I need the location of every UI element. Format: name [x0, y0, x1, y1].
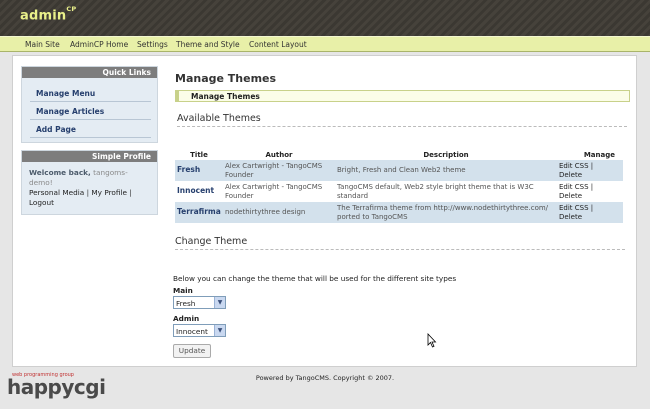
content-panel: Quick Links Manage Menu Manage Articles … — [12, 55, 637, 367]
theme-description: The Terrafirma theme from http://www.nod… — [335, 202, 557, 223]
nav-settings[interactable]: Settings — [137, 40, 168, 49]
theme-description: Bright, Fresh and Clean Web2 theme — [335, 160, 557, 181]
personal-media-link[interactable]: Personal Media — [29, 188, 84, 197]
table-header-row: Title Author Description Manage — [175, 150, 623, 160]
watermark-logo: web programming group happycgi — [7, 372, 107, 404]
theme-manage: Edit CSS | Delete — [557, 202, 623, 223]
manage-separator: | — [590, 162, 594, 170]
nav-admincp-home[interactable]: AdminCP Home — [70, 40, 128, 49]
theme-author: Alex Cartwright - TangoCMS Founder — [223, 160, 335, 181]
column-header-description: Description — [423, 151, 469, 159]
chevron-down-icon[interactable]: ▼ — [214, 297, 225, 308]
column-header-manage: Manage — [583, 151, 615, 159]
welcome-text: Welcome back, — [29, 168, 91, 177]
quick-links-title: Quick Links — [22, 67, 157, 78]
nav-theme-and-style[interactable]: Theme and Style — [176, 40, 240, 49]
profile-separator: | — [129, 188, 132, 197]
page-title: Manage Themes — [175, 72, 277, 85]
theme-title[interactable]: Innocent — [175, 181, 223, 202]
my-profile-link[interactable]: My Profile — [91, 188, 127, 197]
delete-link[interactable]: Delete — [559, 171, 582, 179]
column-header-author: Author — [265, 151, 293, 159]
delete-link[interactable]: Delete — [559, 192, 582, 200]
manage-separator: | — [590, 183, 594, 191]
delete-link[interactable]: Delete — [559, 213, 582, 221]
main-theme-label: Main — [173, 286, 193, 295]
nav-main-site[interactable]: Main Site — [25, 40, 60, 49]
breadcrumb: Manage Themes — [175, 90, 630, 102]
themes-table: Title Author Description Manage Fresh Al… — [175, 150, 623, 223]
watermark-name: happycgi — [7, 375, 106, 399]
update-button[interactable]: Update — [173, 344, 211, 358]
theme-description: TangoCMS default, Web2 style bright them… — [337, 183, 534, 200]
logo-text: admin — [20, 8, 67, 24]
mouse-pointer-icon — [427, 333, 437, 348]
edit-css-link[interactable]: Edit CSS — [559, 204, 589, 212]
top-navigation: Main Site AdminCP Home Settings Theme an… — [0, 36, 650, 52]
logo-superscript: CP — [66, 5, 77, 13]
admin-theme-value: Innocent — [176, 327, 208, 336]
theme-author: Alex Cartwright - TangoCMS Founder — [225, 183, 323, 200]
main-theme-value: Fresh — [176, 299, 196, 308]
table-row: Terrafirma nodethirtythree design The Te… — [175, 202, 623, 223]
chevron-down-icon[interactable]: ▼ — [214, 325, 225, 336]
sidebar-link-manage-articles[interactable]: Manage Articles — [30, 102, 151, 120]
edit-css-link[interactable]: Edit CSS — [559, 183, 589, 191]
admin-theme-label: Admin — [173, 314, 200, 323]
main-theme-select[interactable]: Fresh ▼ — [173, 296, 226, 309]
theme-author: nodethirtythree design — [223, 202, 335, 223]
theme-manage: Edit CSS | Delete — [557, 160, 623, 181]
admin-theme-select[interactable]: Innocent ▼ — [173, 324, 226, 337]
sidebar-link-manage-menu[interactable]: Manage Menu — [30, 84, 151, 102]
available-themes-heading: Available Themes — [177, 113, 627, 127]
table-row: Innocent Alex Cartwright - TangoCMS Foun… — [175, 181, 623, 202]
table-row: Fresh Alex Cartwright - TangoCMS Founder… — [175, 160, 623, 181]
admincp-logo[interactable]: adminCP — [20, 5, 77, 24]
quick-links-box: Quick Links Manage Menu Manage Articles … — [21, 66, 158, 143]
manage-separator: | — [590, 204, 594, 212]
change-theme-description: Below you can change the theme that will… — [173, 274, 457, 283]
nav-content-layout[interactable]: Content Layout — [249, 40, 307, 49]
sidebar: Quick Links Manage Menu Manage Articles … — [21, 66, 158, 222]
sidebar-link-add-page[interactable]: Add Page — [30, 120, 151, 138]
profile-separator: | — [86, 188, 90, 197]
simple-profile-box: Simple Profile Welcome back, tangoms-dem… — [21, 150, 158, 215]
theme-manage: Edit CSS | Delete — [557, 181, 623, 202]
change-theme-heading: Change Theme — [175, 236, 625, 250]
header-bar: adminCP — [0, 0, 650, 36]
column-header-title: Title — [190, 151, 208, 159]
edit-css-link[interactable]: Edit CSS — [559, 162, 589, 170]
logout-link[interactable]: Logout — [29, 198, 54, 207]
theme-title[interactable]: Fresh — [175, 160, 223, 181]
theme-title[interactable]: Terrafirma — [175, 202, 223, 223]
simple-profile-title: Simple Profile — [22, 151, 157, 162]
